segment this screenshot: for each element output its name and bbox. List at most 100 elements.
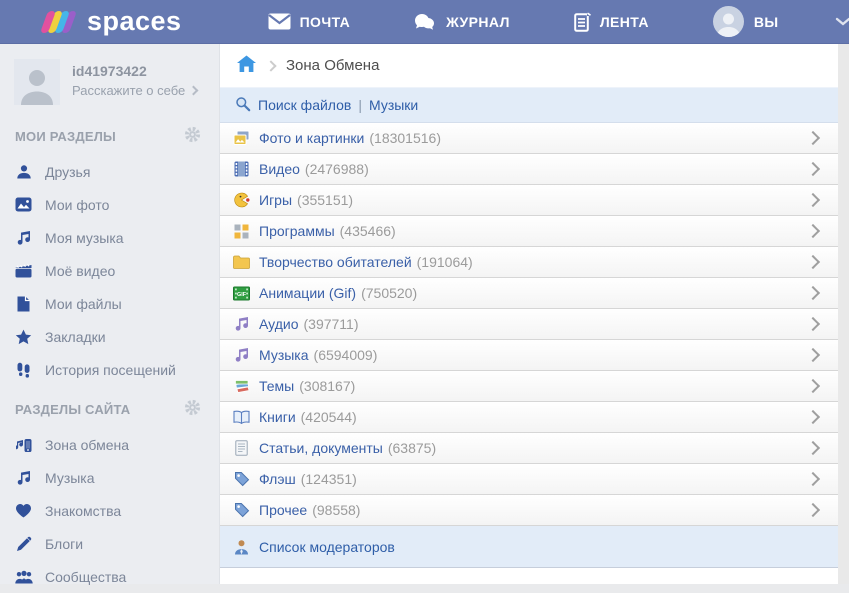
sidebar-item-history[interactable]: История посещений	[0, 353, 219, 386]
breadcrumb-title: Зона Обмена	[286, 57, 379, 74]
category-row-articles[interactable]: Статьи, документы (63875)	[220, 433, 838, 464]
nav-feed[interactable]: ЛЕНТА	[574, 12, 649, 32]
section-title: МОИ РАЗДЕЛЫ	[15, 129, 116, 144]
category-link[interactable]: Творчество обитателей	[259, 254, 412, 270]
chevron-right-icon	[806, 162, 820, 176]
item-label: История посещений	[45, 362, 176, 378]
category-row-themes[interactable]: Темы (308167)	[220, 371, 838, 402]
search-files-link[interactable]: Поиск файлов	[258, 97, 351, 113]
item-label: Мои фото	[45, 197, 109, 213]
sidebar-item-blogs[interactable]: Блоги	[0, 527, 219, 560]
sidebar-section-my: МОИ РАЗДЕЛЫ	[0, 113, 219, 155]
moderators-row[interactable]: Список модераторов	[220, 526, 838, 568]
bookmarks-icon	[14, 328, 33, 345]
nav-feed-label: ЛЕНТА	[600, 14, 649, 30]
sidebar-item-dating[interactable]: Знакомства	[0, 494, 219, 527]
category-link[interactable]: Флэш	[259, 471, 296, 487]
svg-text:GIF: GIF	[237, 292, 247, 298]
category-link[interactable]: Книги	[259, 409, 296, 425]
sidebar-item-exchange-zone[interactable]: Зона обмена	[0, 428, 219, 461]
category-count: (98558)	[312, 502, 360, 518]
chevron-right-icon	[806, 193, 820, 207]
search-bar: Поиск файлов | Музыки	[220, 87, 838, 123]
sidebar-nav-my: Друзья Мои фото Моя музыка Моё видео Мои…	[0, 155, 219, 386]
moderators-link[interactable]: Список модераторов	[259, 539, 395, 555]
user-card[interactable]: id41973422 Расскажите о себе	[0, 57, 219, 113]
category-link[interactable]: Аудио	[259, 316, 299, 332]
item-label: Сообщества	[45, 569, 126, 585]
category-row-video[interactable]: Видео (2476988)	[220, 154, 838, 185]
chevron-right-icon	[806, 131, 820, 145]
category-row-music[interactable]: Музыка (6594009)	[220, 340, 838, 371]
about-me-link[interactable]: Расскажите о себе	[72, 83, 197, 98]
nav-journal[interactable]: ЖУРНАЛ	[414, 12, 510, 32]
sidebar-item-music[interactable]: Музыка	[0, 461, 219, 494]
sidebar-item-my-photos[interactable]: Мои фото	[0, 188, 219, 221]
category-row-programs[interactable]: Программы (435466)	[220, 216, 838, 247]
mail-icon	[268, 13, 291, 30]
item-label: Друзья	[45, 164, 90, 180]
breadcrumb: Зона Обмена	[220, 44, 838, 87]
moderator-icon	[233, 539, 250, 555]
category-count: (420544)	[301, 409, 357, 425]
books-icon	[233, 409, 250, 425]
spaces-logo[interactable]: spaces	[42, 8, 182, 35]
home-icon[interactable]	[237, 55, 256, 76]
category-link[interactable]: Видео	[259, 161, 300, 177]
chevron-down-icon[interactable]	[835, 17, 849, 27]
category-link[interactable]: Музыка	[259, 347, 309, 363]
category-link[interactable]: Анимации (Gif)	[259, 285, 356, 301]
category-link[interactable]: Фото и картинки	[259, 130, 364, 146]
feed-icon	[574, 12, 591, 32]
item-label: Блоги	[45, 536, 83, 552]
chevron-right-icon	[806, 379, 820, 393]
music-note-icon	[233, 347, 250, 363]
page-right-gutter	[838, 44, 849, 584]
category-row-flash[interactable]: Флэш (124351)	[220, 464, 838, 495]
category-count: (308167)	[299, 378, 355, 394]
category-row-books[interactable]: Книги (420544)	[220, 402, 838, 433]
category-count: (750520)	[361, 285, 417, 301]
spaces-logo-icon	[42, 9, 78, 35]
content-filler	[220, 568, 838, 584]
category-link[interactable]: Программы	[259, 223, 335, 239]
user-id: id41973422	[72, 59, 197, 79]
category-link[interactable]: Темы	[259, 378, 294, 394]
breadcrumb-chevron-icon	[265, 60, 276, 71]
sidebar-item-my-video[interactable]: Моё видео	[0, 254, 219, 287]
category-row-animations[interactable]: GIF Анимации (Gif) (750520)	[220, 278, 838, 309]
chevron-right-icon	[806, 255, 820, 269]
category-link[interactable]: Игры	[259, 192, 292, 208]
sidebar-item-friends[interactable]: Друзья	[0, 155, 219, 188]
chevron-right-icon	[806, 441, 820, 455]
item-label: Знакомства	[45, 503, 121, 519]
sidebar: id41973422 Расскажите о себе МОИ РАЗДЕЛЫ…	[0, 44, 220, 584]
my-files-icon	[14, 295, 33, 312]
category-link[interactable]: Статьи, документы	[259, 440, 383, 456]
category-row-games[interactable]: Игры (355151)	[220, 185, 838, 216]
category-row-audio[interactable]: Аудио (397711)	[220, 309, 838, 340]
category-link[interactable]: Прочее	[259, 502, 307, 518]
separator: |	[358, 97, 362, 113]
main-content: Зона Обмена Поиск файлов | Музыки Фото и…	[220, 44, 838, 584]
dating-icon	[14, 502, 33, 519]
documents-icon	[233, 440, 250, 456]
category-row-creativity[interactable]: Творчество обитателей (191064)	[220, 247, 838, 278]
nav-mail[interactable]: ПОЧТА	[268, 12, 351, 32]
category-row-pictures[interactable]: Фото и картинки (18301516)	[220, 123, 838, 154]
nav-you[interactable]: ВЫ	[713, 6, 779, 37]
topbar: spaces ПОЧТА ЖУРНАЛ ЛЕНТА ВЫ	[0, 0, 849, 44]
sidebar-item-my-music[interactable]: Моя музыка	[0, 221, 219, 254]
section-title: РАЗДЕЛЫ САЙТА	[15, 402, 130, 417]
communities-icon	[14, 568, 33, 585]
gear-icon[interactable]	[184, 126, 201, 146]
gear-icon[interactable]	[184, 399, 201, 419]
search-icon	[235, 96, 251, 115]
search-music-link[interactable]: Музыки	[369, 97, 418, 113]
gif-icon: GIF	[233, 285, 250, 301]
sidebar-item-my-files[interactable]: Мои файлы	[0, 287, 219, 320]
sidebar-item-communities[interactable]: Сообщества	[0, 560, 219, 593]
sidebar-item-bookmarks[interactable]: Закладки	[0, 320, 219, 353]
item-label: Моё видео	[45, 263, 115, 279]
category-row-other[interactable]: Прочее (98558)	[220, 495, 838, 526]
